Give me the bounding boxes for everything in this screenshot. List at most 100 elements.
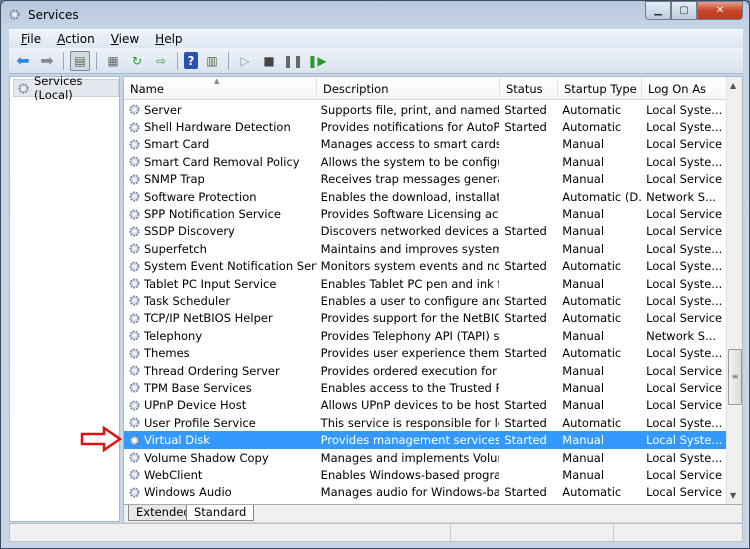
- tree-item-services-local[interactable]: Services (Local): [13, 74, 119, 102]
- cell-status: Started: [504, 259, 547, 274]
- service-name: WebClient: [144, 467, 203, 482]
- service-row[interactable]: Superfetch Maintains and improves system …: [124, 240, 727, 257]
- column-header-log-on-as[interactable]: Log On As: [642, 78, 727, 100]
- refresh-icon[interactable]: ↻: [127, 51, 147, 71]
- service-row[interactable]: System Event Notification ServiceMonitor…: [124, 258, 727, 275]
- gear-icon: [128, 486, 141, 499]
- title-bar: Services: [9, 6, 79, 24]
- back-arrow-icon[interactable]: ⬅: [13, 51, 33, 71]
- service-row[interactable]: Software Protection Enables the download,…: [124, 188, 727, 205]
- service-row[interactable]: TPM Base Services Enables access to the T…: [124, 379, 727, 396]
- cell-name: Tablet PC Input Service: [124, 277, 317, 291]
- cell-log-on-as: Local Service: [646, 398, 723, 413]
- cell-log-on-as: Local Service: [646, 363, 723, 378]
- start-service-icon[interactable]: ▷: [235, 51, 255, 71]
- service-name: Virtual Disk: [144, 433, 210, 448]
- gear-icon: [128, 312, 141, 325]
- service-row[interactable]: UPnP Device Host Allows UPnP devices to b…: [124, 397, 727, 414]
- service-row[interactable]: User Profile Service This service is resp…: [124, 414, 727, 431]
- action-pane-icon[interactable]: ▥: [202, 51, 222, 71]
- cell-status: Started: [504, 102, 547, 117]
- menu-file[interactable]: File: [13, 32, 49, 46]
- menu-action[interactable]: Action: [49, 32, 103, 46]
- cell-startup-type: Manual: [562, 328, 605, 343]
- cell-log-on-as: Local Service: [646, 485, 723, 500]
- cell-log-on-as: Local Service: [646, 172, 723, 187]
- toolbar: ⬅ ➡ ▤ ▦ ↻ ⇨ ? ▥ ▷ ■ ❚❚ ❚▶: [9, 48, 743, 74]
- scroll-down-arrow-icon[interactable]: ▼: [730, 491, 736, 500]
- restart-service-icon[interactable]: ❚▶: [307, 51, 327, 71]
- cell-log-on-as: Network S...: [646, 328, 717, 343]
- cell-name: Smart Card: [124, 137, 317, 151]
- maximize-button[interactable]: ▢: [671, 1, 697, 20]
- cell-startup-type: Automatic: [562, 120, 622, 135]
- service-row[interactable]: SSDP Discovery Discovers networked device…: [124, 223, 727, 240]
- help-icon[interactable]: ?: [184, 52, 198, 69]
- cell-startup-type: Manual: [562, 224, 605, 239]
- cell-startup-type: Manual: [562, 363, 605, 378]
- service-row[interactable]: Smart Card Removal Policy Allows the syst…: [124, 153, 727, 170]
- cell-name: TPM Base Services: [124, 381, 317, 395]
- gear-icon: [128, 155, 141, 168]
- cell-log-on-as: Local Syste...: [646, 450, 723, 465]
- tab-standard[interactable]: Standard: [186, 505, 255, 521]
- column-header-status[interactable]: Status: [500, 78, 558, 100]
- cell-log-on-as: Network S...: [646, 189, 717, 204]
- service-row[interactable]: Task Scheduler Enables a user to configur…: [124, 292, 727, 309]
- close-button[interactable]: ✕: [697, 1, 743, 20]
- cell-startup-type: Manual: [562, 450, 605, 465]
- menu-view[interactable]: View: [103, 32, 147, 46]
- scrollbar-thumb[interactable]: ≡: [728, 349, 742, 405]
- service-row[interactable]: Themes Provides user experience theme ...…: [124, 344, 727, 361]
- cell-log-on-as: Local Syste...: [646, 120, 723, 135]
- gear-icon: [128, 399, 141, 412]
- service-row[interactable]: Tablet PC Input Service Enables Tablet PC…: [124, 275, 727, 292]
- vertical-scrollbar[interactable]: ▲ ≡ ▼: [726, 77, 742, 505]
- cell-name: Smart Card Removal Policy: [124, 155, 317, 169]
- cell-name: Telephony: [124, 329, 317, 343]
- service-row[interactable]: Shell Hardware Detection Provides notific…: [124, 118, 727, 135]
- cell-startup-type: Manual: [562, 207, 605, 222]
- service-row[interactable]: Smart Card Manages access to smart cards …: [124, 136, 727, 153]
- cell-startup-type: Manual: [562, 276, 605, 291]
- gear-icon: [128, 103, 141, 116]
- service-name: Themes: [144, 346, 190, 361]
- cell-startup-type: Manual: [562, 433, 605, 448]
- service-row[interactable]: TCP/IP NetBIOS Helper Provides support fo…: [124, 310, 727, 327]
- service-row[interactable]: Volume Shadow Copy Manages and implements…: [124, 449, 727, 466]
- cell-name: Task Scheduler: [124, 294, 317, 308]
- forward-arrow-icon[interactable]: ➡: [37, 51, 57, 71]
- menu-help[interactable]: Help: [147, 32, 190, 46]
- cell-log-on-as: Local Service: [646, 137, 723, 152]
- column-header-row: Name ▲ Description Status Startup Type Lo…: [124, 77, 727, 100]
- cell-startup-type: Manual: [562, 137, 605, 152]
- service-row[interactable]: Virtual Disk Provides management services…: [124, 431, 727, 449]
- cell-description: Allows the system to be configure...: [320, 154, 500, 169]
- service-row[interactable]: SNMP Trap Receives trap messages generate…: [124, 171, 727, 188]
- scroll-up-arrow-icon[interactable]: ▲: [730, 81, 736, 90]
- stop-service-icon[interactable]: ■: [259, 51, 279, 71]
- cell-description: This service is responsible for load...: [320, 415, 500, 430]
- properties-icon[interactable]: ▦: [103, 51, 123, 71]
- cell-name: SPP Notification Service: [124, 207, 317, 221]
- cell-status: Started: [504, 224, 547, 239]
- cell-description: Supports file, print, and named-pi...: [320, 102, 500, 117]
- service-name: Smart Card: [144, 137, 210, 152]
- export-list-icon[interactable]: ⇨: [151, 51, 171, 71]
- service-name: UPnP Device Host: [144, 398, 247, 413]
- minimize-button[interactable]: ▁: [645, 1, 671, 20]
- service-row[interactable]: Server Supports file, print, and named-pi…: [124, 101, 727, 118]
- column-header-description[interactable]: Description: [317, 78, 500, 100]
- service-row[interactable]: Telephony Provides Telephony API (TAPI) s…: [124, 327, 727, 344]
- cell-startup-type: Automatic: [562, 346, 622, 361]
- column-header-startup-type[interactable]: Startup Type: [558, 78, 642, 100]
- service-row[interactable]: WebClient Enables Windows-based program..…: [124, 466, 727, 483]
- service-row[interactable]: Thread Ordering Server Provides ordered e…: [124, 362, 727, 379]
- gear-icon: [128, 468, 141, 481]
- service-row[interactable]: SPP Notification Service Provides Softwar…: [124, 205, 727, 222]
- pause-service-icon[interactable]: ❚❚: [283, 51, 303, 71]
- cell-description: Provides notifications for AutoPla...: [320, 120, 500, 135]
- column-header-name[interactable]: Name ▲: [124, 77, 317, 100]
- show-hide-console-tree-icon[interactable]: ▤: [70, 50, 90, 71]
- service-row[interactable]: Windows Audio Manages audio for Windows-b…: [124, 484, 727, 501]
